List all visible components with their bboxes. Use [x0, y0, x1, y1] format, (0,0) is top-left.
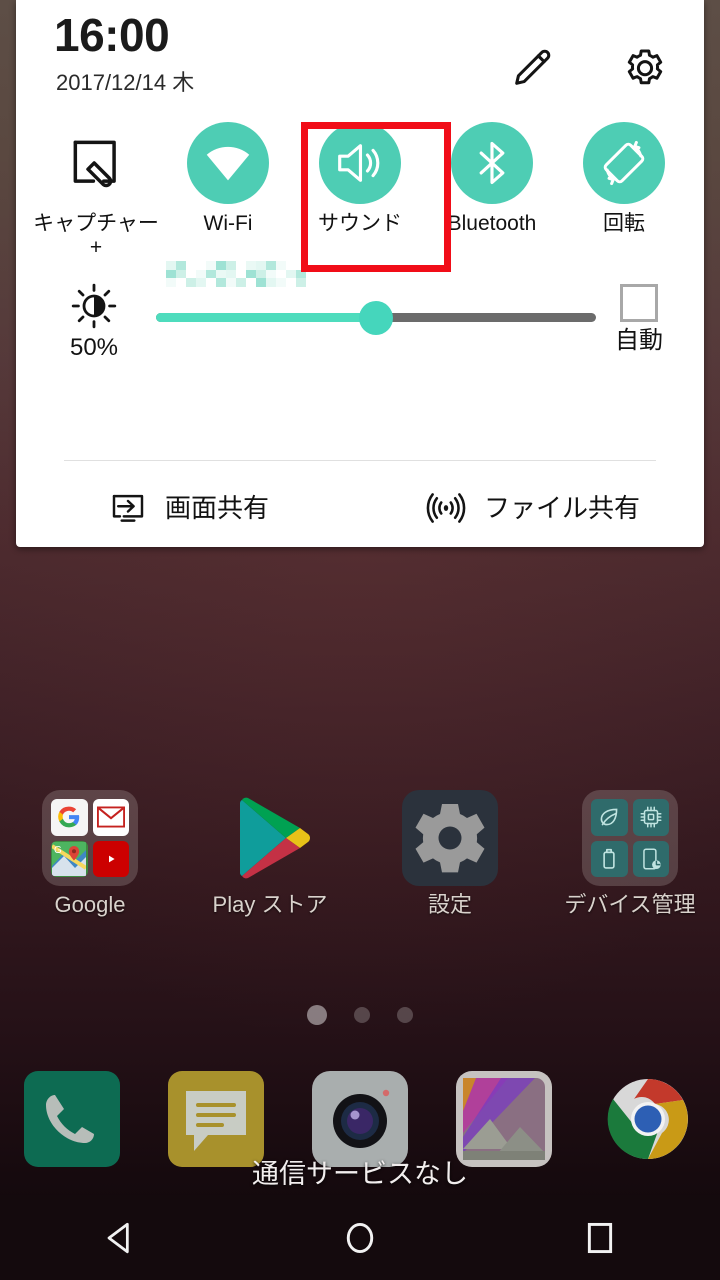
auto-brightness-label: 自動	[615, 327, 663, 354]
app-play-store[interactable]: Play ストア	[180, 790, 360, 916]
bluetooth-icon	[451, 122, 533, 204]
nav-home-button[interactable]	[240, 1195, 480, 1280]
google-maps-icon: G	[51, 840, 88, 877]
screen-rotation-icon	[583, 122, 665, 204]
volume-speaker-icon	[319, 122, 401, 204]
toggle-label: 回転	[603, 212, 645, 235]
toggle-label: Bluetooth	[447, 212, 537, 235]
cpu-chip-icon	[632, 799, 669, 836]
folder-preview	[582, 790, 678, 886]
gallery-icon	[456, 1071, 552, 1167]
nav-recents-button[interactable]	[480, 1195, 720, 1280]
chrome-icon	[607, 1079, 688, 1160]
brightness-icon	[71, 283, 117, 329]
play-store-icon	[240, 797, 310, 879]
dock-gallery[interactable]	[432, 1071, 576, 1167]
toggle-wifi[interactable]: Wi-Fi	[162, 112, 294, 272]
brightness-slider-thumb[interactable]	[359, 300, 393, 335]
toggle-sound[interactable]: サウンド	[294, 112, 426, 272]
camera-icon	[312, 1071, 408, 1167]
screen-share-icon	[112, 494, 144, 522]
home-dock	[0, 1071, 720, 1167]
screen-share-button[interactable]: 画面共有	[16, 470, 360, 546]
clock-time: 16:00	[54, 9, 170, 61]
capture-pen-icon	[55, 122, 137, 204]
home-app-grid: G Google Play ストア 設定 デバイス管理	[0, 790, 720, 916]
dock-camera[interactable]	[288, 1071, 432, 1167]
panel-divider	[64, 460, 656, 461]
clock-date: 2017/12/14 木	[56, 70, 195, 95]
file-share-icon	[426, 493, 466, 523]
page-dot-1[interactable]	[307, 1005, 327, 1025]
quick-settings-panel: 16:00 2017/12/14 木 キャプチャー+ Wi-Fi サウンド Bl…	[16, 0, 704, 547]
recents-square-icon	[587, 1222, 613, 1253]
smart-cleaning-icon	[591, 799, 628, 836]
brightness-control: 50%	[64, 282, 124, 360]
home-page-indicator	[0, 1005, 720, 1025]
settings-app-icon	[402, 790, 498, 886]
page-dot-3[interactable]	[397, 1007, 413, 1023]
quick-settings-header: 16:00 2017/12/14 木	[16, 0, 704, 112]
folder-preview: G	[42, 790, 138, 886]
share-label: ファイル共有	[483, 493, 640, 523]
brightness-slider[interactable]	[156, 300, 596, 335]
dock-messages[interactable]	[144, 1071, 288, 1167]
app-label: Play ストア	[212, 892, 328, 917]
svg-text:G: G	[54, 845, 62, 856]
quick-toggle-row: キャプチャー+ Wi-Fi サウンド Bluetooth 回転	[16, 112, 704, 272]
nav-back-button[interactable]	[0, 1195, 240, 1280]
toggle-label: Wi-Fi	[203, 212, 253, 235]
gmail-icon	[92, 799, 129, 836]
google-search-icon	[51, 799, 88, 836]
share-label: 画面共有	[164, 493, 269, 523]
phone-icon	[24, 1071, 120, 1167]
brightness-row: 50% 自動	[16, 272, 704, 402]
youtube-icon	[92, 840, 129, 877]
auto-brightness-checkbox[interactable]: 自動	[602, 284, 676, 353]
app-device-manager-folder[interactable]: デバイス管理	[540, 790, 720, 916]
page-dot-2[interactable]	[354, 1007, 370, 1023]
wifi-icon	[187, 122, 269, 204]
edit-pencil-icon[interactable]	[506, 40, 560, 94]
battery-icon	[591, 840, 628, 877]
app-label: Google	[54, 892, 126, 917]
app-google-folder[interactable]: G Google	[0, 790, 180, 916]
toggle-rotation[interactable]: 回転	[558, 112, 690, 272]
toggle-label: キャプチャー+	[33, 212, 159, 259]
app-settings[interactable]: 設定	[360, 790, 540, 916]
phone-screen: 16:00 2017/12/14 木 キャプチャー+ Wi-Fi サウンド Bl…	[0, 0, 720, 1280]
header-icon-group	[506, 40, 672, 94]
toggle-capture-plus[interactable]: キャプチャー+	[30, 112, 162, 272]
app-label: 設定	[427, 892, 472, 917]
messages-icon	[168, 1071, 264, 1167]
redacted-ssid-mosaic	[166, 261, 306, 287]
settings-gear-icon[interactable]	[618, 40, 672, 94]
toggle-label: サウンド	[318, 212, 402, 235]
brightness-percent: 50%	[69, 334, 119, 361]
toggle-bluetooth[interactable]: Bluetooth	[426, 112, 558, 272]
dock-phone[interactable]	[0, 1071, 144, 1167]
device-storage-icon	[632, 840, 669, 877]
share-row: 画面共有 ファイル共有	[16, 470, 704, 546]
back-triangle-icon	[107, 1222, 129, 1253]
app-label: デバイス管理	[564, 892, 696, 917]
dock-chrome[interactable]	[576, 1071, 720, 1167]
file-share-button[interactable]: ファイル共有	[360, 470, 704, 546]
auto-brightness-box[interactable]	[620, 284, 658, 322]
home-circle-icon	[346, 1222, 374, 1253]
brightness-slider-fill	[156, 313, 376, 322]
navigation-bar	[0, 1195, 720, 1280]
